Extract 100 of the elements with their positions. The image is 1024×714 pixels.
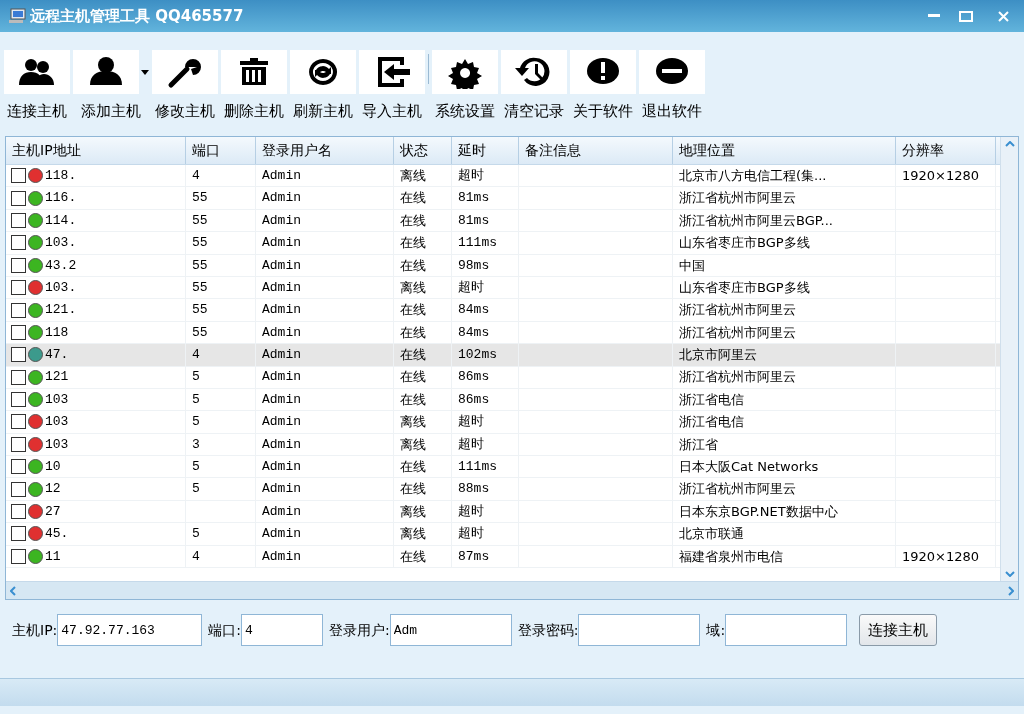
table-row[interactable]: 103 5 Admin 在线 86ms 浙江省电信 [6,388,1000,412]
table-row[interactable]: 103 3 Admin 离线 超时 浙江省 [6,433,1000,457]
table-cell-text: 离线 [400,413,426,432]
table-cell-text: 103. [45,278,77,297]
checkbox[interactable] [11,548,26,564]
table-cell-text: 81ms [458,189,490,208]
field-label: 登录密码: [517,620,579,640]
table-cell-text: 12 [45,480,61,499]
field-label: 登录用户: [329,620,390,640]
vertical-scrollbar[interactable] [1000,137,1018,581]
table-cell-text: Admin [262,435,301,454]
table-cell-text: 北京市八方电信工程(集... [679,166,827,185]
horizontal-scrollbar[interactable] [6,581,1018,599]
table-cell-text: 86ms [458,390,490,409]
table-cell-text: 114. [45,211,77,230]
checkbox[interactable] [11,526,26,542]
column-header[interactable]: 主机IP地址 [12,140,81,161]
checkbox[interactable] [11,504,26,520]
port-field[interactable]: 4 [241,614,323,646]
table-cell-text: Admin [262,323,301,342]
column-header[interactable]: 状态 [400,140,428,161]
table-cell-text: 55 [192,234,208,253]
checkbox[interactable] [11,369,26,385]
table-row[interactable]: 47. 4 Admin 在线 102ms 北京市阿里云 [6,344,1000,367]
table-row[interactable]: 103 5 Admin 离线 超时 浙江省电信 [6,411,1000,434]
table-cell-text: 在线 [400,346,426,365]
table-cell-text: 1920×1280 [902,166,980,185]
column-header[interactable]: 端口 [192,140,220,161]
table-cell-text: Admin [262,211,301,230]
table-row[interactable]: 45. 5 Admin 离线 超时 北京市联通 [6,523,1000,546]
field-label: 端口: [208,620,241,640]
checkbox[interactable] [11,212,26,228]
scroll-left-icon [10,585,16,596]
table-row[interactable]: 103. 55 Admin 离线 超时 山东省枣庄市BGP多线 [6,276,1000,300]
table-cell-text: Admin [262,480,301,499]
connect-button[interactable]: 连接主机 [859,614,938,646]
table-cell-text: 在线 [400,458,426,476]
table-cell-text: 超时 [458,413,484,432]
table-cell-text: 在线 [400,234,426,253]
table-row[interactable]: 121. 55 Admin 在线 84ms 浙江省杭州市阿里云 [6,299,1000,322]
table-cell-text: 84ms [458,301,490,320]
checkbox[interactable] [11,257,26,273]
column-header[interactable]: 地理位置 [679,140,735,161]
table-row[interactable]: 114. 55 Admin 在线 81ms 浙江省杭州市阿里云BGP... [6,209,1000,233]
table-row[interactable]: 11 4 Admin 在线 87ms 福建省泉州市电信 1920×1280 [6,545,1000,569]
checkbox[interactable] [11,392,26,408]
table-cell-text: 离线 [400,278,426,297]
column-header[interactable]: 延时 [458,140,486,161]
table-cell-text: 118. [45,166,77,185]
checkbox[interactable] [11,168,26,184]
domain-field[interactable] [725,614,848,646]
checkbox[interactable] [11,481,26,497]
checkbox[interactable] [11,235,26,251]
checkbox[interactable] [11,459,26,475]
table-cell-text: 浙江省电信 [679,390,744,409]
table-cell-text: 5 [192,458,200,476]
table-cell-text: 在线 [400,390,426,409]
field-label: 主机IP: [12,620,58,640]
table-cell-text: 102ms [458,346,497,365]
table-row[interactable]: 118. 4 Admin 离线 超时 北京市八方电信工程(集... 1920×1280 [6,165,1000,188]
table-cell-text: 103 [45,390,69,409]
checkbox[interactable] [11,324,26,340]
checkbox[interactable] [11,302,26,318]
table-cell-text: 121 [45,368,69,387]
window-title: 远程主机管理工具 QQ465577 [30,5,244,27]
column-header[interactable]: 备注信息 [525,140,581,161]
table-cell-text: 27 [45,502,61,521]
table-cell-text: Admin [262,166,301,185]
table-cell-text: 在线 [400,189,426,208]
table-cell-text: 山东省枣庄市BGP多线 [679,234,810,253]
scroll-down-icon [1004,571,1015,577]
checkbox[interactable] [11,280,26,296]
table-row[interactable]: 10 5 Admin 在线 111ms 日本大阪Cat Networks [6,456,1000,479]
checkbox[interactable] [11,347,26,363]
table-row[interactable]: 118 55 Admin 在线 84ms 浙江省杭州市阿里云 [6,321,1000,345]
table-cell-text: 浙江省杭州市阿里云 [679,368,796,387]
table-row[interactable]: 12 5 Admin 在线 88ms 浙江省杭州市阿里云 [6,478,1000,501]
checkbox[interactable] [11,414,26,430]
table-cell-text: 日本大阪Cat Networks [679,458,819,476]
table-row[interactable]: 116. 55 Admin 在线 81ms 浙江省杭州市阿里云 [6,187,1000,210]
table-cell-text: 116. [45,189,77,208]
table-cell-text: 在线 [400,480,426,499]
user-field[interactable]: Adm [389,614,512,646]
table-cell-text: 浙江省杭州市阿里云 [679,301,796,320]
table-row[interactable]: 121 5 Admin 在线 86ms 浙江省杭州市阿里云 [6,366,1000,389]
table-row[interactable]: 43.2 55 Admin 在线 98ms 中国 [6,254,1000,277]
table-row[interactable]: 103. 55 Admin 在线 111ms 山东省枣庄市BGP多线 [6,232,1000,255]
table-cell-text: 离线 [400,525,426,544]
column-header[interactable]: 登录用户名 [262,140,332,161]
checkbox[interactable] [11,436,26,452]
table-cell-text: Admin [262,525,301,544]
table-cell-text: 5 [192,368,200,387]
checkbox[interactable] [11,190,26,206]
password-field[interactable] [578,614,701,646]
minimize-icon [928,14,940,18]
table-cell-text: 47. [45,346,69,365]
column-header[interactable]: 分辨率 [902,140,944,161]
ip-field[interactable]: 47.92.77.163 [57,614,203,646]
table-row[interactable]: 27 Admin 离线 超时 日本东京BGP.NET数据中心 [6,500,1000,524]
table-cell-text: 55 [192,323,208,342]
